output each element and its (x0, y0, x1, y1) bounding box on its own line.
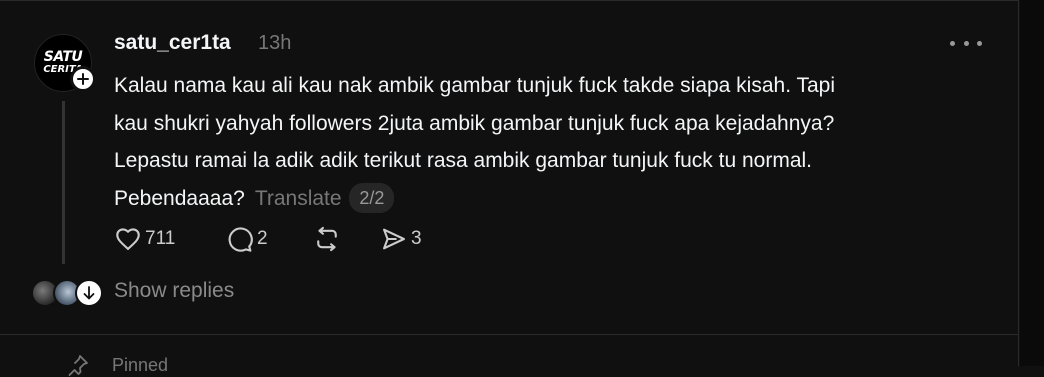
translate-link[interactable]: Translate (255, 187, 342, 210)
outer-background (1020, 0, 1044, 366)
like-count: 711 (145, 228, 176, 249)
username-link[interactable]: satu_cer1ta (114, 31, 231, 55)
post-divider (0, 334, 1019, 335)
pinned-label: Pinned (112, 354, 169, 375)
reply-avatars[interactable] (31, 279, 103, 307)
show-replies-link[interactable]: Show replies (114, 279, 234, 303)
post-text-line: Lepastu ramai la adik adik terikut rasa … (114, 149, 812, 172)
send-icon (383, 228, 405, 250)
post-text-line: Pebendaaaa? (114, 186, 245, 210)
page-indicator: 2/2 (349, 182, 395, 213)
avatar-text-line1: SATU (43, 49, 83, 65)
comment-icon (228, 227, 253, 252)
thread-line (62, 101, 65, 264)
post-text-line: kau shukri yahyah followers 2juta ambik … (114, 111, 835, 135)
post-panel: SATU CERITA satu_cer1ta 13h Kalau nama k… (0, 0, 1019, 376)
comment-button[interactable]: 2 (226, 225, 268, 253)
repost-button[interactable] (313, 225, 341, 253)
post-text: Kalau nama kau ali kau nak ambik gambar … (114, 67, 994, 217)
follow-button[interactable] (70, 66, 96, 92)
post-text-line: Kalau nama kau ali kau nak ambik gambar … (114, 74, 836, 97)
timestamp[interactable]: 13h (258, 32, 291, 55)
pinned-indicator: Pinned (66, 353, 168, 377)
heart-icon (116, 228, 140, 250)
more-horizontal-icon (950, 40, 955, 46)
share-button[interactable]: 3 (380, 225, 422, 253)
more-options-button[interactable] (950, 35, 982, 51)
pin-icon (68, 355, 88, 376)
like-button[interactable]: 711 (114, 225, 175, 253)
repost-icon (317, 226, 337, 252)
more-horizontal-icon (977, 40, 982, 46)
arrow-down-icon (83, 286, 95, 300)
share-count: 3 (411, 228, 422, 249)
reply-avatar (75, 279, 103, 307)
post-text-last-line: Pebendaaaa? Translate 2/2 (114, 180, 994, 218)
more-horizontal-icon (963, 40, 969, 46)
plus-icon (77, 73, 89, 85)
comment-count: 2 (257, 228, 268, 249)
